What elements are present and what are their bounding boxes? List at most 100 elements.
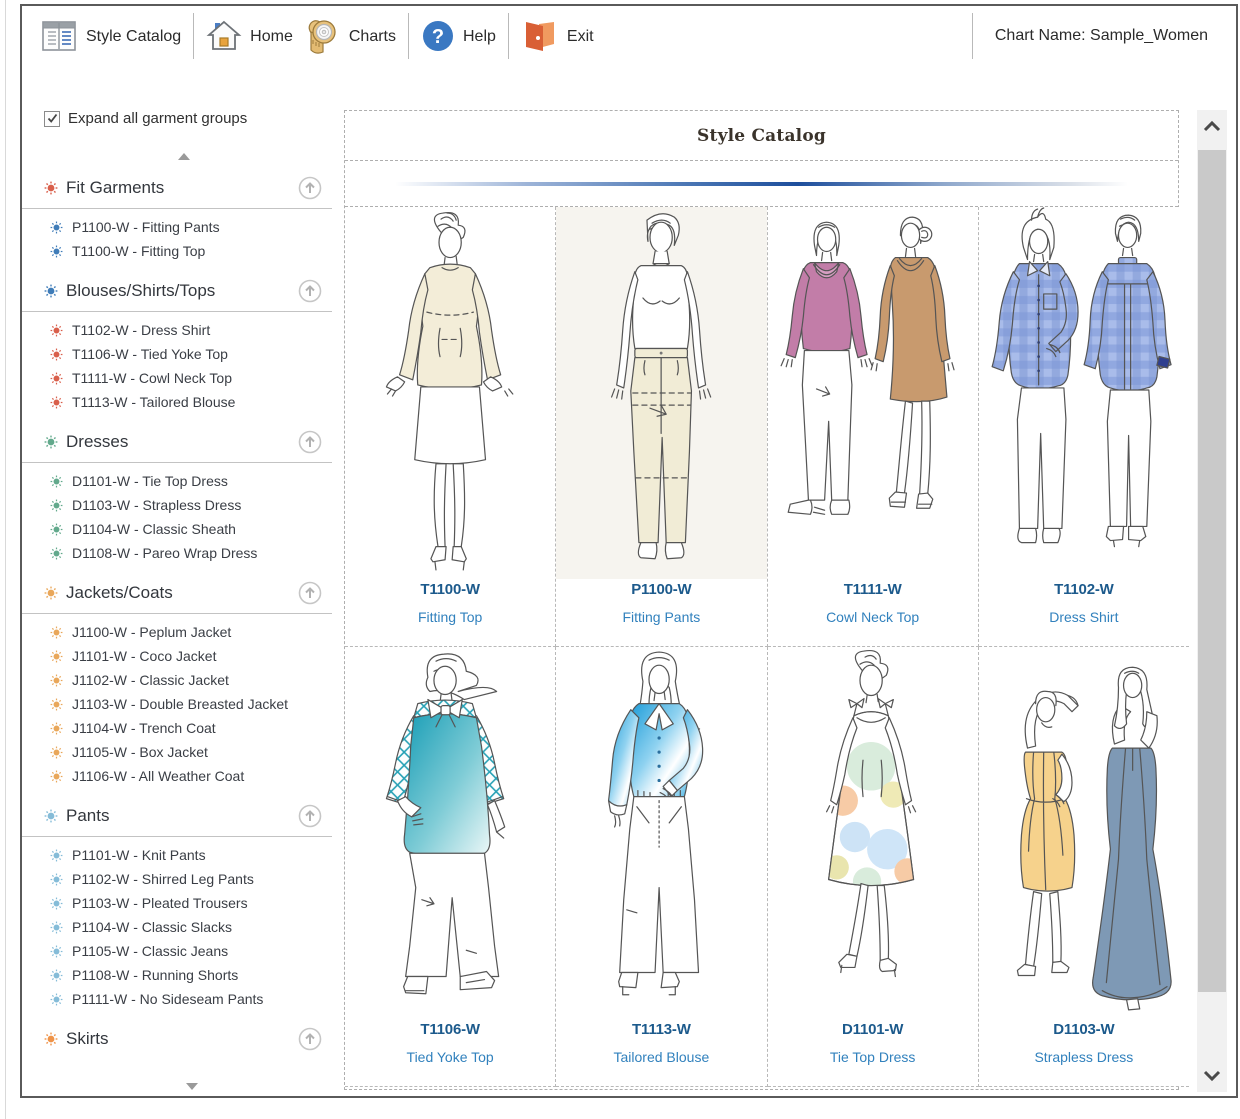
garment-group-sidebar: Expand all garment groups Fit Garments P… bbox=[36, 66, 332, 1096]
collapse-group-arrow-icon[interactable] bbox=[298, 430, 322, 454]
cell-code: T1106-W bbox=[420, 1021, 479, 1038]
group-header-skirts[interactable]: Skirts bbox=[36, 1023, 332, 1055]
catalog-cell-p1100w[interactable]: P1100-W Fitting Pants bbox=[556, 207, 767, 647]
sidebar-item-t1106w[interactable]: T1106-W - Tied Yoke Top bbox=[36, 342, 332, 366]
item-label: P1100-W - Fitting Pants bbox=[72, 219, 220, 235]
cell-name: Cowl Neck Top bbox=[826, 609, 919, 625]
sidebar-item-d1108w[interactable]: D1108-W - Pareo Wrap Dress bbox=[36, 541, 332, 565]
charts-label: Charts bbox=[349, 28, 396, 46]
sidebar-item-j1104w[interactable]: J1104-W - Trench Coat bbox=[36, 716, 332, 740]
collapse-group-arrow-icon[interactable] bbox=[298, 176, 322, 200]
measuring-tape-icon bbox=[303, 16, 341, 56]
vertical-scrollbar[interactable] bbox=[1197, 110, 1227, 1092]
sidebar-item-p1101w[interactable]: P1101-W - Knit Pants bbox=[36, 843, 332, 867]
chevron-up-icon bbox=[1203, 120, 1221, 132]
charts-button[interactable]: Charts bbox=[303, 16, 396, 56]
collapse-group-arrow-icon[interactable] bbox=[298, 279, 322, 303]
sidebar-item-j1102w[interactable]: J1102-W - Classic Jacket bbox=[36, 668, 332, 692]
group-pants: Pants P1101-W - Knit Pants P1102-W - Shi… bbox=[36, 800, 332, 1011]
home-button[interactable]: Home bbox=[206, 19, 293, 53]
scrollbar-thumb[interactable] bbox=[1198, 150, 1226, 992]
help-button[interactable]: ? Help bbox=[421, 19, 496, 53]
catalog-cell-d1101w[interactable]: D1101-W Tie Top Dress bbox=[768, 647, 979, 1087]
scroll-up-button[interactable] bbox=[1197, 110, 1227, 142]
sidebar-item-d1104w[interactable]: D1104-W - Classic Sheath bbox=[36, 517, 332, 541]
style-catalog-button[interactable]: Style Catalog bbox=[40, 18, 181, 54]
sidebar-scroll-up-icon[interactable] bbox=[178, 153, 190, 160]
checkbox-checked-icon[interactable] bbox=[44, 111, 60, 127]
page-edge-line bbox=[5, 0, 6, 1119]
sidebar-item-t1102w[interactable]: T1102-W - Dress Shirt bbox=[36, 318, 332, 342]
item-label: J1106-W - All Weather Coat bbox=[72, 768, 244, 784]
sidebar-item-t1113w[interactable]: T1113-W - Tailored Blouse bbox=[36, 390, 332, 414]
catalog-title: Style Catalog bbox=[697, 126, 826, 146]
sun-bullet-icon bbox=[50, 993, 63, 1006]
expand-all-label: Expand all garment groups bbox=[68, 110, 247, 127]
group-header-dresses[interactable]: Dresses bbox=[36, 426, 332, 458]
sidebar-scroll-down-icon[interactable] bbox=[186, 1083, 198, 1090]
catalog-cell-t1102w[interactable]: T1102-W Dress Shirt bbox=[979, 207, 1189, 647]
sidebar-item-p1103w[interactable]: P1103-W - Pleated Trousers bbox=[36, 891, 332, 915]
strapless-dress-illustration bbox=[979, 647, 1189, 1019]
item-label: P1108-W - Running Shorts bbox=[72, 967, 238, 983]
sidebar-item-p1111w[interactable]: P1111-W - No Sideseam Pants bbox=[36, 987, 332, 1011]
sidebar-item-t1111w[interactable]: T1111-W - Cowl Neck Top bbox=[36, 366, 332, 390]
catalog-cell-d1103w[interactable]: D1103-W Strapless Dress bbox=[979, 647, 1189, 1087]
cell-name: Tied Yoke Top bbox=[407, 1049, 494, 1065]
group-header-fit-garments[interactable]: Fit Garments bbox=[36, 172, 332, 204]
sun-bullet-icon bbox=[50, 849, 63, 862]
cell-code: T1113-W bbox=[632, 1021, 691, 1038]
group-header-jackets[interactable]: Jackets/Coats bbox=[36, 577, 332, 609]
group-title: Jackets/Coats bbox=[66, 583, 298, 603]
toolbar-divider bbox=[408, 13, 409, 59]
item-label: J1100-W - Peplum Jacket bbox=[72, 624, 231, 640]
sun-bullet-icon bbox=[50, 897, 63, 910]
item-label: D1108-W - Pareo Wrap Dress bbox=[72, 545, 257, 561]
sidebar-item-j1105w[interactable]: J1105-W - Box Jacket bbox=[36, 740, 332, 764]
chart-name: Chart Name: Sample_Women bbox=[972, 13, 1208, 59]
item-label: D1101-W - Tie Top Dress bbox=[72, 473, 228, 489]
sidebar-item-j1106w[interactable]: J1106-W - All Weather Coat bbox=[36, 764, 332, 788]
expand-all-checkbox-row[interactable]: Expand all garment groups bbox=[44, 110, 332, 127]
style-catalog-label: Style Catalog bbox=[86, 28, 181, 46]
group-dresses: Dresses D1101-W - Tie Top Dress D1103-W … bbox=[36, 426, 332, 565]
toolbar-divider bbox=[193, 13, 194, 59]
cell-code: D1101-W bbox=[842, 1021, 903, 1038]
group-rule bbox=[22, 208, 332, 209]
collapse-group-arrow-icon[interactable] bbox=[298, 581, 322, 605]
cell-name: Tie Top Dress bbox=[830, 1049, 916, 1065]
sidebar-item-p1104w[interactable]: P1104-W - Classic Slacks bbox=[36, 915, 332, 939]
group-header-pants[interactable]: Pants bbox=[36, 800, 332, 832]
cell-name: Fitting Pants bbox=[622, 609, 700, 625]
sidebar-item-p1102w[interactable]: P1102-W - Shirred Leg Pants bbox=[36, 867, 332, 891]
sidebar-item-t1100w[interactable]: T1100-W - Fitting Top bbox=[36, 239, 332, 263]
cell-name: Dress Shirt bbox=[1049, 609, 1118, 625]
exit-button[interactable]: Exit bbox=[521, 18, 594, 54]
sidebar-item-p1105w[interactable]: P1105-W - Classic Jeans bbox=[36, 939, 332, 963]
sidebar-item-j1100w[interactable]: J1100-W - Peplum Jacket bbox=[36, 620, 332, 644]
sidebar-item-d1103w[interactable]: D1103-W - Strapless Dress bbox=[36, 493, 332, 517]
gradient-divider bbox=[395, 182, 1128, 186]
sidebar-item-j1103w[interactable]: J1103-W - Double Breasted Jacket bbox=[36, 692, 332, 716]
sun-bullet-icon bbox=[50, 873, 63, 886]
collapse-group-arrow-icon[interactable] bbox=[298, 1027, 322, 1051]
group-rule bbox=[22, 836, 332, 837]
sidebar-item-p1108w[interactable]: P1108-W - Running Shorts bbox=[36, 963, 332, 987]
sun-bullet-icon bbox=[50, 921, 63, 934]
chevron-down-icon bbox=[1203, 1070, 1221, 1082]
sidebar-item-d1101w[interactable]: D1101-W - Tie Top Dress bbox=[36, 469, 332, 493]
group-title: Fit Garments bbox=[66, 178, 298, 198]
sidebar-item-p1100w[interactable]: P1100-W - Fitting Pants bbox=[36, 215, 332, 239]
item-label: J1102-W - Classic Jacket bbox=[72, 672, 229, 688]
collapse-group-arrow-icon[interactable] bbox=[298, 804, 322, 828]
sun-bullet-icon bbox=[50, 722, 63, 735]
scroll-down-button[interactable] bbox=[1197, 1060, 1227, 1092]
sidebar-item-j1101w[interactable]: J1101-W - Coco Jacket bbox=[36, 644, 332, 668]
catalog-cell-t1100w[interactable]: T1100-W Fitting Top bbox=[345, 207, 556, 647]
group-header-blouses[interactable]: Blouses/Shirts/Tops bbox=[36, 275, 332, 307]
catalog-cell-t1106w[interactable]: T1106-W Tied Yoke Top bbox=[345, 647, 556, 1087]
catalog-cell-t1111w[interactable]: T1111-W Cowl Neck Top bbox=[768, 207, 979, 647]
style-catalog-icon bbox=[40, 18, 78, 54]
tailored-blouse-illustration bbox=[556, 647, 766, 1019]
catalog-cell-t1113w[interactable]: T1113-W Tailored Blouse bbox=[556, 647, 767, 1087]
